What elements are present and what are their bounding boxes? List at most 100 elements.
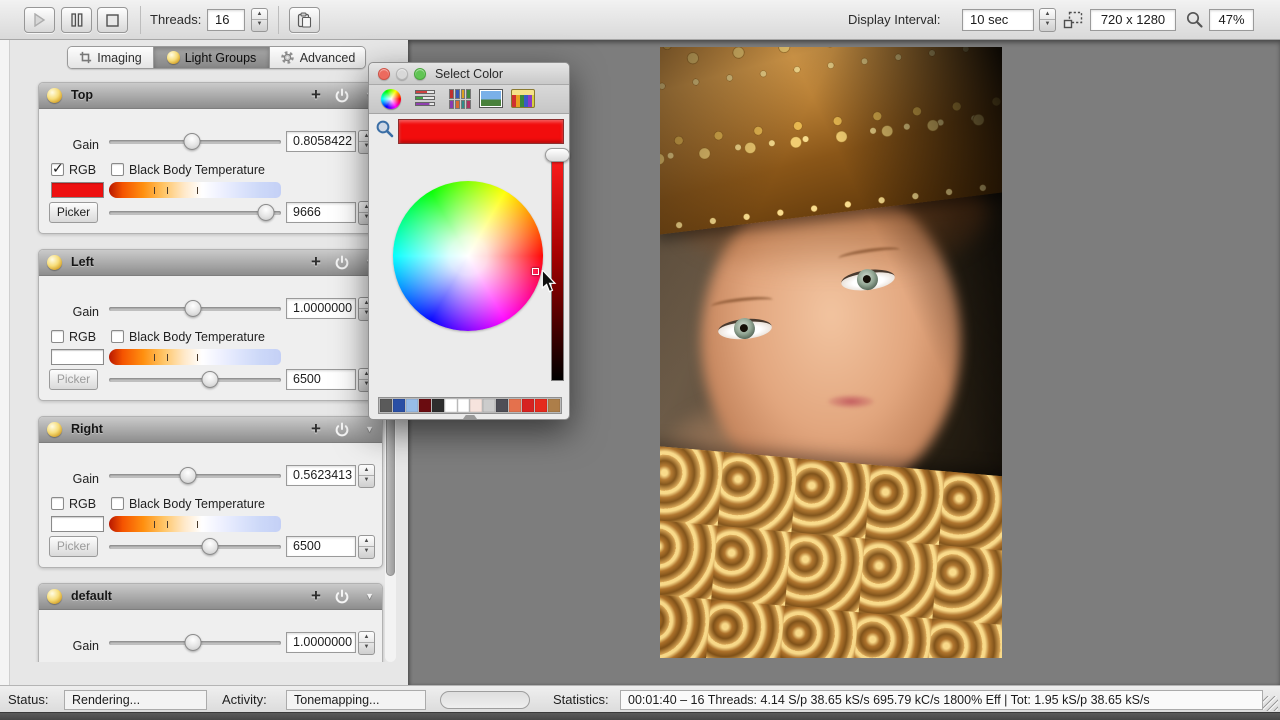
add-icon[interactable] (308, 419, 324, 439)
picker-slider[interactable] (109, 204, 281, 222)
color-swatch[interactable] (509, 399, 521, 412)
stop-button[interactable] (97, 7, 128, 33)
color-swatch[interactable] (458, 399, 470, 412)
threads-input[interactable]: 16 (207, 9, 245, 31)
color-swatch[interactable] (496, 399, 508, 412)
color-swatch[interactable] (419, 399, 431, 412)
bbt-checkbox[interactable] (111, 163, 124, 176)
rgb-checkbox[interactable] (51, 330, 64, 343)
lightgroup-header[interactable]: Left (39, 250, 382, 276)
stepper-down-icon[interactable] (359, 547, 374, 558)
lightgroup-header[interactable]: Top (39, 83, 382, 109)
slider-knob[interactable] (180, 467, 197, 484)
resolution-field[interactable]: 720 x 1280 (1090, 9, 1176, 31)
picker-value-field[interactable]: 9666 (286, 202, 356, 223)
picker-value-field[interactable]: 6500 (286, 369, 356, 390)
color-swatch[interactable] (535, 399, 547, 412)
crayons-mode-icon[interactable] (511, 89, 535, 108)
color-swatch[interactable] (380, 399, 392, 412)
bbt-checkbox[interactable] (111, 330, 124, 343)
gain-value-field[interactable]: 1.0000000 (286, 298, 356, 319)
color-wheel-mode-icon[interactable] (381, 89, 401, 109)
color-sliders-mode-icon[interactable] (415, 89, 437, 109)
slider-knob[interactable] (183, 133, 200, 150)
collapse-chevron-icon[interactable] (365, 591, 374, 601)
color-swatch[interactable] (393, 399, 405, 412)
gain-slider[interactable] (109, 300, 281, 318)
stepper-up-icon[interactable] (359, 465, 374, 476)
power-toggle-icon[interactable] (334, 88, 350, 104)
slider-knob[interactable] (185, 634, 202, 651)
blackbody-gradient-bar[interactable] (109, 516, 281, 532)
power-toggle-icon[interactable] (334, 589, 350, 605)
rgb-checkbox[interactable] (51, 497, 64, 510)
tab-advanced[interactable]: Advanced (270, 47, 365, 68)
resize-grip[interactable] (1263, 696, 1278, 711)
color-wheel[interactable] (393, 181, 543, 331)
add-icon[interactable] (308, 586, 324, 606)
lightgroup-header[interactable]: Right (39, 417, 382, 443)
color-swatch[interactable] (51, 182, 104, 198)
lightgroup-header[interactable]: default (39, 584, 382, 610)
color-swatch[interactable] (522, 399, 534, 412)
color-swatch[interactable] (51, 349, 104, 365)
tab-imaging[interactable]: Imaging (68, 47, 154, 68)
add-icon[interactable] (308, 252, 324, 272)
gain-stepper[interactable] (358, 631, 375, 655)
collapse-chevron-icon[interactable] (365, 424, 374, 434)
stepper-up-icon[interactable] (359, 632, 374, 643)
slider-knob[interactable] (257, 204, 274, 221)
bbt-checkbox[interactable] (111, 497, 124, 510)
stepper-up-icon[interactable] (1040, 9, 1055, 20)
slider-knob[interactable] (202, 538, 219, 555)
slider-knob[interactable] (202, 371, 219, 388)
play-button[interactable] (24, 7, 55, 33)
stepper-down-icon[interactable] (359, 476, 374, 487)
swatch-drawer-handle[interactable] (463, 415, 477, 419)
brightness-slider-knob[interactable] (545, 148, 570, 162)
color-swatch[interactable] (445, 399, 457, 412)
tab-light-groups[interactable]: Light Groups (154, 47, 270, 68)
gain-value-field[interactable]: 0.8058422 (286, 131, 356, 152)
picker-button[interactable]: Picker (49, 202, 98, 223)
stepper-down-icon[interactable] (359, 643, 374, 654)
picker-slider[interactable] (109, 371, 281, 389)
stepper-up-icon[interactable] (252, 9, 267, 20)
gain-slider[interactable] (109, 634, 281, 652)
gain-value-field[interactable]: 0.5623413 (286, 465, 356, 486)
color-swatch[interactable] (51, 516, 104, 532)
copy-button[interactable] (289, 7, 320, 33)
color-swatch[interactable] (432, 399, 444, 412)
add-icon[interactable] (308, 85, 324, 105)
stepper-up-icon[interactable] (359, 536, 374, 547)
color-picker-loupe-icon[interactable] (375, 119, 394, 143)
pause-button[interactable] (61, 7, 92, 33)
stepper-down-icon[interactable] (252, 20, 267, 31)
color-swatch[interactable] (470, 399, 482, 412)
slider-knob[interactable] (185, 300, 202, 317)
color-swatch[interactable] (548, 399, 560, 412)
display-interval-input[interactable]: 10 sec (962, 9, 1034, 31)
picker-value-field[interactable]: 6500 (286, 536, 356, 557)
blackbody-gradient-bar[interactable] (109, 349, 281, 365)
rgb-checkbox[interactable]: ✓ (51, 163, 64, 176)
stepper-down-icon[interactable] (1040, 20, 1055, 31)
gain-slider[interactable] (109, 467, 281, 485)
picker-stepper[interactable] (358, 535, 375, 559)
zoom-button[interactable] (1185, 10, 1204, 34)
picker-button[interactable]: Picker (49, 369, 98, 390)
gain-value-field[interactable]: 1.0000000 (286, 632, 356, 653)
color-palette-mode-icon[interactable] (449, 89, 471, 109)
image-palette-mode-icon[interactable] (479, 89, 503, 108)
picker-button[interactable]: Picker (49, 536, 98, 557)
picker-slider[interactable] (109, 538, 281, 556)
power-toggle-icon[interactable] (334, 422, 350, 438)
dialog-titlebar[interactable]: Select Color (369, 63, 569, 85)
fit-resolution-button[interactable] (1063, 11, 1083, 34)
color-swatch[interactable] (406, 399, 418, 412)
gain-slider[interactable] (109, 133, 281, 151)
color-selection-marker[interactable] (532, 268, 539, 275)
color-swatch[interactable] (483, 399, 495, 412)
threads-stepper[interactable] (251, 8, 268, 32)
zoom-level-field[interactable]: 47% (1209, 9, 1254, 31)
